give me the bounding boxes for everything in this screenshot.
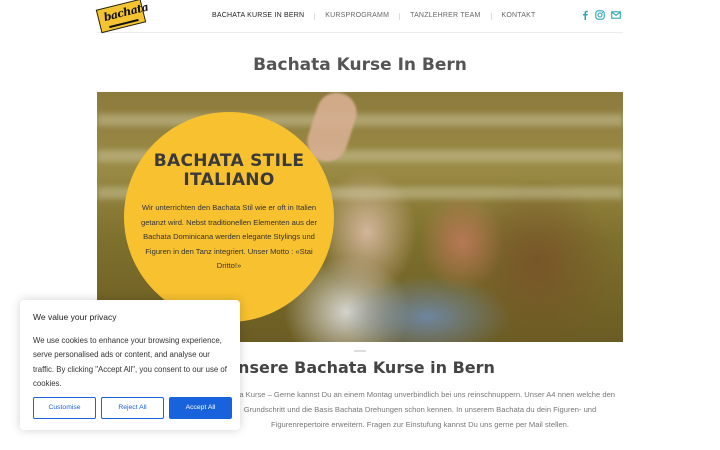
nav-item-kontakt[interactable]: KONTAKT	[502, 12, 536, 20]
social-links	[581, 10, 621, 20]
nav-separator	[314, 13, 316, 20]
main-nav: BACHATA KURSE IN BERN KURSPROGRAMM TANZL…	[212, 12, 535, 20]
hero-text: Wir unterrichten den Bachata Stil wie er…	[140, 203, 318, 270]
accept-all-button[interactable]: Accept All	[169, 397, 232, 419]
nav-separator	[399, 13, 401, 20]
section-divider	[354, 350, 366, 352]
facebook-icon[interactable]	[581, 10, 589, 20]
nav-item-tanzlehrer-team[interactable]: TANZLEHRER TEAM	[410, 12, 480, 20]
cookie-buttons: Customise Reject All Accept All	[33, 397, 232, 419]
hero-heading: BACHATA STILE ITALIANO	[124, 152, 334, 190]
customise-button[interactable]: Customise	[33, 397, 96, 419]
nav-separator	[490, 13, 492, 20]
section-text: chata Kurse – Gerne kannst Du an einem M…	[224, 390, 616, 429]
instagram-icon[interactable]	[595, 10, 605, 20]
email-icon[interactable]	[611, 10, 621, 20]
hero-heading-line1: BACHATA STILE	[153, 151, 305, 171]
cookie-title: We value your privacy	[33, 312, 117, 322]
cookie-text: We use cookies to enhance your browsing …	[33, 336, 227, 388]
page-title: Bachata Kurse In Bern	[253, 55, 467, 75]
logo-text: bachata	[102, 0, 150, 24]
hero-circle: BACHATA STILE ITALIANO Wir unterrichten …	[124, 112, 334, 322]
nav-item-bachata-kurse[interactable]: BACHATA KURSE IN BERN	[212, 12, 304, 20]
site-logo[interactable]: bachata	[95, 0, 149, 34]
cookie-banner: We value your privacy We use cookies to …	[20, 300, 240, 430]
nav-item-kursprogramm[interactable]: KURSPROGRAMM	[325, 12, 389, 20]
background-blur	[97, 114, 623, 126]
site-header: bachata BACHATA KURSE IN BERN KURSPROGRA…	[95, 0, 623, 34]
hero-heading-line2: ITALIANO	[183, 170, 275, 190]
reject-all-button[interactable]: Reject All	[101, 397, 164, 419]
